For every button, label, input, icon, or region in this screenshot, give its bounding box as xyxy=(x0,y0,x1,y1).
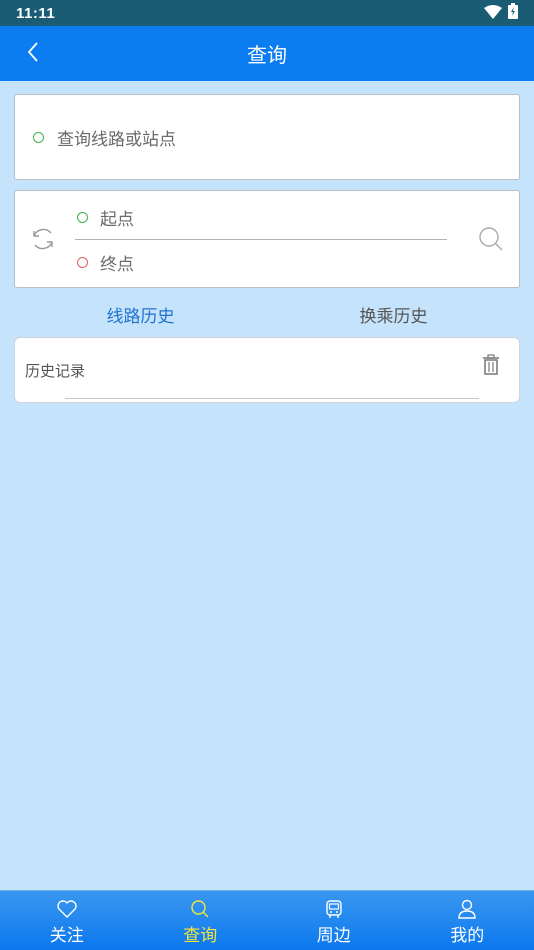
search-input[interactable]: 查询线路或站点 xyxy=(14,94,520,180)
page-title: 查询 xyxy=(247,43,287,67)
search-placeholder: 查询线路或站点 xyxy=(57,129,176,150)
nav-query-label: 查询 xyxy=(183,925,218,946)
nav-follow-label: 关注 xyxy=(49,925,84,946)
chevron-left-icon xyxy=(26,41,40,67)
green-dot-icon xyxy=(77,211,88,223)
red-dot-icon xyxy=(77,256,88,268)
back-button[interactable] xyxy=(16,26,50,81)
nav-mine-label: 我的 xyxy=(450,925,485,946)
start-point-field[interactable]: 起点 xyxy=(77,198,447,236)
search-icon xyxy=(189,898,211,920)
nav-mine[interactable]: 我的 xyxy=(401,891,534,950)
history-tabs: 线路历史 换乘历史 xyxy=(14,296,520,332)
divider xyxy=(65,398,479,399)
bus-icon xyxy=(323,898,345,920)
status-bar: 11:11 xyxy=(0,0,534,26)
battery-icon xyxy=(508,3,518,23)
bottom-nav: 关注 查询 周边 我的 xyxy=(0,890,534,950)
end-point-field[interactable]: 终点 xyxy=(77,243,447,281)
person-icon xyxy=(456,898,478,920)
green-dot-icon xyxy=(33,131,44,143)
nav-follow[interactable]: 关注 xyxy=(0,891,134,950)
nav-query[interactable]: 查询 xyxy=(134,891,268,950)
trash-icon[interactable] xyxy=(481,354,501,376)
app-bar: 查询 xyxy=(0,26,534,81)
history-card: 历史记录 xyxy=(14,337,520,403)
status-time: 11:11 xyxy=(16,4,56,22)
divider xyxy=(75,239,447,240)
wifi-icon xyxy=(484,4,502,23)
nav-nearby-label: 周边 xyxy=(316,925,351,946)
status-icons xyxy=(484,3,518,23)
end-point-placeholder: 终点 xyxy=(100,254,134,275)
history-title: 历史记录 xyxy=(25,362,86,380)
route-planner: 起点 终点 xyxy=(14,190,520,288)
tab-route-history[interactable]: 线路历史 xyxy=(14,296,267,332)
heart-icon xyxy=(56,898,78,920)
swap-icon[interactable] xyxy=(29,225,57,253)
tab-transfer-history[interactable]: 换乘历史 xyxy=(267,296,520,332)
search-icon[interactable] xyxy=(477,225,505,253)
start-point-placeholder: 起点 xyxy=(100,209,134,230)
nav-nearby[interactable]: 周边 xyxy=(267,891,401,950)
